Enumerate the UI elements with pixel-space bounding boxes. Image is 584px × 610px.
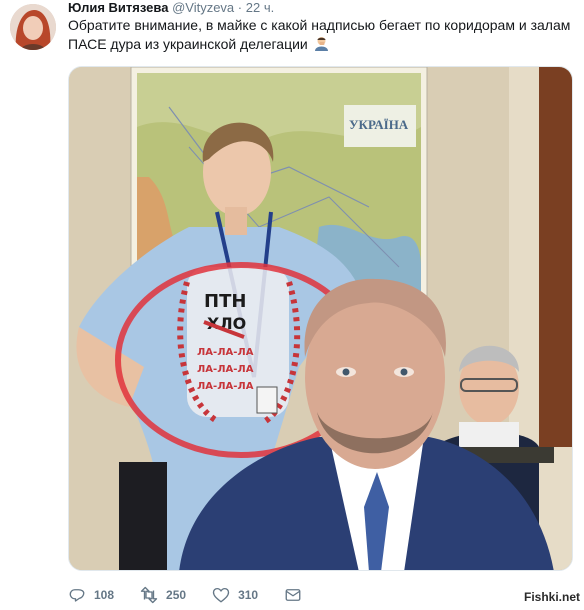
author-name[interactable]: Юлия Витязева: [68, 0, 168, 15]
tweet-timestamp[interactable]: 22 ч.: [246, 0, 274, 15]
author-handle[interactable]: @Vityzeva: [172, 0, 234, 15]
like-count: 310: [238, 588, 259, 602]
tweet-actions: 108 250 310: [68, 584, 336, 606]
heart-icon: [212, 587, 230, 603]
reply-icon: [69, 589, 85, 602]
tweet-photo[interactable]: УКРАЇНА ПТН ХЛО ЛА-ЛА-ЛА ЛА-ЛА-ЛА ЛА-ЛА-…: [68, 66, 573, 571]
direct-message-button[interactable]: [284, 586, 310, 604]
like-button[interactable]: 310: [212, 586, 258, 604]
reply-count: 108: [94, 588, 115, 602]
tweet-text: Обратите внимание, в майке с какой надпи…: [68, 16, 576, 54]
avatar[interactable]: [10, 4, 56, 50]
reply-button[interactable]: 108: [68, 586, 114, 604]
person-facepalming-emoji: [314, 36, 329, 51]
photo-scene: УКРАЇНА ПТН ХЛО ЛА-ЛА-ЛА ЛА-ЛА-ЛА ЛА-ЛА-…: [69, 67, 572, 570]
shirt-print: ПТН ХЛО ЛА-ЛА-ЛА ЛА-ЛА-ЛА ЛА-ЛА-ЛА: [177, 267, 301, 425]
envelope-icon: [285, 589, 301, 601]
shirt-text-row-1: ЛА-ЛА-ЛА: [197, 347, 254, 358]
avatar-image: [10, 4, 56, 50]
shirt-text-row-3: ЛА-ЛА-ЛА: [197, 381, 254, 392]
retweet-count: 250: [166, 588, 187, 602]
shirt-text-top: ПТН: [204, 291, 246, 312]
separator-dot: ·: [237, 0, 243, 15]
retweet-button[interactable]: 250: [140, 586, 186, 604]
tweet-header: Юлия Витязева @Vityzeva · 22 ч.: [68, 0, 274, 16]
shirt-text-row-2: ЛА-ЛА-ЛА: [197, 364, 254, 375]
watermark-text: Fishki.net: [523, 590, 580, 604]
retweet-icon: [140, 586, 158, 604]
map-title: УКРАЇНА: [349, 117, 409, 132]
